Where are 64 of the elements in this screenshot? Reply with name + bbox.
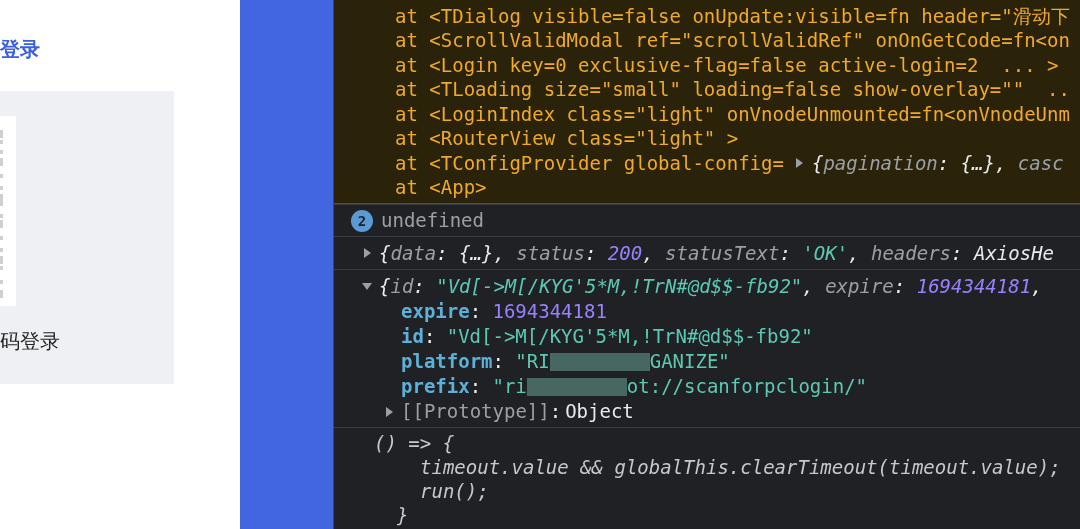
property-value: 200: [607, 241, 643, 264]
expand-triangle-icon[interactable]: [793, 158, 804, 169]
colon-text: :: [549, 402, 562, 421]
property-key: id: [390, 274, 414, 297]
stack-trace-line: at <TDialog visible=false onUpdate:visible=fn header="滑动下: [395, 4, 1071, 29]
property-key: prefix: [401, 377, 470, 396]
stack-trace-line: at <ScrollValidModal ref="scrollValidRef" onOnGetCode=fn<on: [395, 28, 1071, 53]
property-key: data: [390, 241, 437, 264]
stack-trace-line: at <App>: [395, 175, 488, 200]
property-value: 'OK': [802, 241, 849, 264]
preview-text: {: [811, 151, 824, 174]
property-value: "ri: [492, 377, 527, 396]
property-key: expire: [825, 274, 894, 297]
stack-trace-line: at <LoginIndex class="light" onVnodeUnmounted=fn<onVnodeUnm: [395, 102, 1071, 127]
preview-text: ,: [802, 274, 815, 297]
code-line: }: [396, 506, 410, 528]
preview-text: ,: [848, 241, 861, 264]
code-line: timeout.value && globalThis.clearTimeout(timeout.value);: [419, 458, 1062, 480]
property-key: expire: [401, 302, 470, 321]
preview-text: : {…},: [436, 241, 506, 264]
expand-triangle-icon[interactable]: [384, 406, 394, 417]
code-line: run();: [419, 482, 490, 504]
prototype-key: [[Prototype]]: [401, 402, 550, 421]
preview-text: :: [779, 241, 792, 264]
stack-trace-line: at <TConfigProvider global-config=: [395, 153, 784, 173]
collapse-triangle-icon[interactable]: [362, 281, 372, 291]
log-text: undefined: [381, 211, 484, 230]
repeat-count-badge: 2: [351, 209, 373, 232]
preview-text: {: [379, 274, 391, 297]
login-tab-title[interactable]: 登录: [0, 34, 240, 62]
property-value: 1694344181: [916, 274, 1032, 297]
property-key: headers: [871, 241, 952, 264]
qr-code-icon: [0, 116, 16, 306]
property-value: 1694344181: [492, 302, 607, 321]
preview-text: :: [584, 241, 598, 264]
preview-text: : AxiosHe: [951, 241, 1054, 264]
property-key: casc: [1017, 151, 1064, 174]
qr-login-caption: 码登录: [0, 328, 61, 355]
code-line: () => {: [374, 434, 456, 456]
property-value: "Vd[->M[/KYG'5*M,!TrN#@d$$-fb92": [436, 274, 803, 297]
colon-text: :: [469, 377, 482, 396]
property-key: statusText: [665, 241, 780, 264]
property-key: platform: [401, 352, 493, 371]
preview-text: ,: [642, 241, 655, 264]
property-value: "Vd[->M[/KYG'5*M,!TrN#@d$$-fb92": [446, 327, 813, 346]
preview-text: :: [413, 274, 426, 297]
colon-text: :: [423, 327, 436, 346]
stack-trace-line: at <Login key=0 exclusive-flag=false active-login=2 ... >: [395, 53, 1060, 78]
property-value: GANIZE": [649, 352, 730, 371]
colon-text: :: [469, 302, 482, 321]
stack-trace-line: at <TLoading size="small" loading=false show-overlay="" ..: [395, 77, 1071, 102]
preview-text: ,: [1031, 274, 1043, 297]
expand-triangle-icon[interactable]: [362, 248, 372, 258]
prototype-value: Object: [565, 402, 634, 421]
colon-text: :: [492, 352, 504, 371]
property-key: id: [401, 327, 424, 346]
preview-text: : {…},: [937, 151, 1008, 174]
property-key: pagination: [823, 151, 938, 174]
property-value: ot://scanforpclogin/": [626, 377, 868, 396]
property-value: "RI: [515, 352, 550, 371]
property-key: status: [516, 241, 585, 264]
preview-text: {: [379, 241, 391, 264]
stack-trace-line: at <RouterView class="light" >: [395, 126, 740, 151]
preview-text: :: [893, 274, 907, 297]
